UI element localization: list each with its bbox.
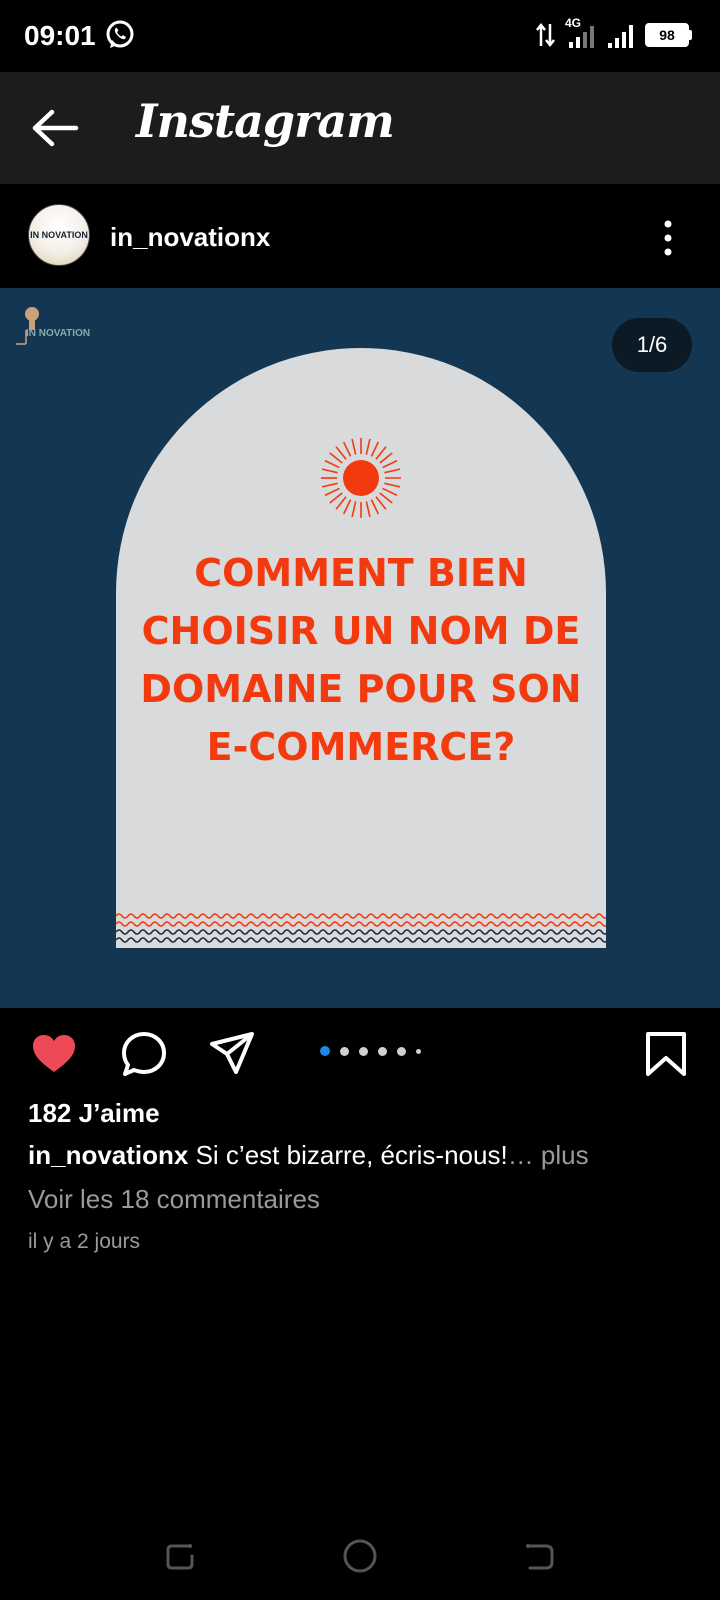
post-headline: COMMENT BIEN CHOISIR UN NOM DE DOMAINE P…	[140, 551, 582, 769]
comment-icon[interactable]	[120, 1030, 168, 1078]
recent-apps-icon[interactable]	[160, 1536, 200, 1576]
post-image[interactable]: IN NOVATION 1/6 COMMENT BIEN CHOISIR UN …	[0, 288, 720, 1008]
likes-count[interactable]: 182 J’aime	[28, 1098, 160, 1129]
lightbulb-icon	[16, 307, 39, 345]
carousel-indicator	[320, 1046, 421, 1056]
status-icons: 4G 98	[535, 16, 692, 52]
arch-panel: COMMENT BIEN CHOISIR UN NOM DE DOMAINE P…	[116, 348, 606, 948]
carousel-counter: 1/6	[612, 318, 692, 372]
back-nav-icon[interactable]	[520, 1536, 560, 1576]
caption-text: Si c’est bizarre, écris-nous!	[195, 1140, 508, 1170]
signal-4g: 4G	[565, 16, 599, 50]
logo-text: IN NOVATION	[26, 328, 91, 339]
app-title: Instagram	[136, 94, 395, 148]
data-arrows-icon	[536, 22, 555, 48]
signal-icon	[608, 25, 633, 48]
post-header: IN NOVATION in_novationx	[0, 184, 720, 288]
wave-decoration	[116, 913, 606, 943]
battery-icon: 98	[645, 23, 692, 47]
caption-username[interactable]: in_novationx	[28, 1140, 188, 1170]
whatsapp-icon	[106, 20, 134, 48]
carousel-dot	[416, 1048, 421, 1054]
caption: in_novationx Si c’est bizarre, écris-nou…	[28, 1140, 708, 1171]
heart-icon[interactable]	[30, 1030, 78, 1078]
post-time: il y a 2 jours	[28, 1230, 141, 1253]
view-comments-link[interactable]: Voir les 18 commentaires	[28, 1184, 320, 1215]
avatar-text: IN NOVATION	[30, 230, 88, 240]
sun-icon	[321, 438, 401, 518]
arrow-left-icon[interactable]	[30, 106, 80, 150]
system-nav-bar	[0, 1520, 720, 1600]
carousel-dot	[378, 1046, 387, 1056]
avatar[interactable]: IN NOVATION	[28, 204, 90, 266]
bookmark-icon[interactable]	[642, 1030, 690, 1078]
signal-icon	[569, 26, 594, 48]
status-bar: 09:01 4G 98	[0, 0, 720, 72]
app-bar: Instagram	[0, 72, 720, 184]
carousel-dot	[320, 1046, 330, 1056]
carousel-dot	[340, 1046, 349, 1056]
home-icon[interactable]	[340, 1536, 380, 1576]
carousel-dot	[359, 1046, 368, 1056]
more-options-icon[interactable]	[660, 218, 676, 258]
battery-level: 98	[645, 23, 689, 47]
carousel-dot	[397, 1046, 406, 1056]
caption-more-link[interactable]: … plus	[508, 1140, 589, 1170]
status-time: 09:01	[24, 20, 96, 51]
share-icon[interactable]	[208, 1030, 256, 1078]
post-username[interactable]: in_novationx	[110, 222, 270, 253]
brand-logo: IN NOVATION	[12, 300, 112, 348]
